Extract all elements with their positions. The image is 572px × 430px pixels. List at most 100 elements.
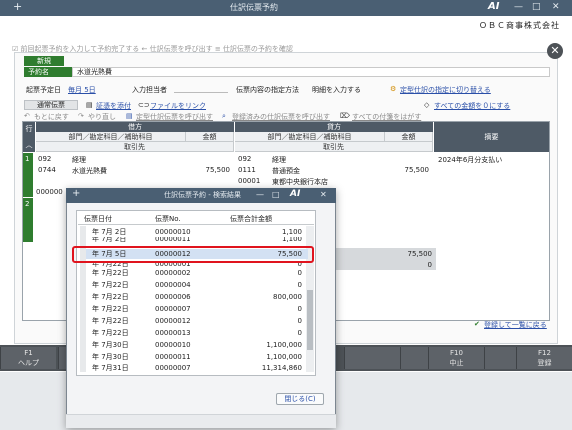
dialog-window-close-button[interactable]: ✕ <box>320 190 327 199</box>
form-close-icon[interactable]: ✕ <box>547 43 563 59</box>
voucher-type[interactable]: 通常伝票 <box>24 100 78 110</box>
table-row[interactable]: 年 7月 2日 00000011 1,100 <box>86 237 308 243</box>
row-no: 00000013 <box>155 329 191 337</box>
col-date-header[interactable]: 伝票日付 <box>84 214 112 224</box>
f12-register-button[interactable]: F12 登録 <box>516 347 572 369</box>
highlight-annotation <box>72 246 314 263</box>
method-value: 明細を入力する <box>312 86 361 94</box>
table-row[interactable]: 年 7月30日 00000011 1,100,000 <box>86 352 308 362</box>
tag-icon: ⌦ <box>340 112 350 120</box>
dialog-footer <box>66 414 336 428</box>
app-titlebar: + 仕訳伝票予約 AI — □ ✕ <box>0 0 572 16</box>
credit-dept-code[interactable]: 092 <box>238 155 251 163</box>
row-amount: 800,000 <box>273 293 302 301</box>
f1-label: ヘルプ <box>18 359 39 367</box>
row-amount: 1,100 <box>281 228 302 236</box>
row-amount: 1,100 <box>281 237 302 243</box>
debit-amount[interactable]: 75,500 <box>186 166 231 174</box>
table-row[interactable]: 年 7月30日 00000010 1,100,000 <box>86 340 308 350</box>
row-date: 年 7月30日 <box>92 341 129 349</box>
row-no: 00000002 <box>155 269 191 277</box>
debit-row2-code[interactable]: 000000 <box>36 188 63 196</box>
tab-new[interactable]: 新規 <box>24 56 64 66</box>
zero-amounts-link[interactable]: すべての金額を０にする <box>434 101 510 111</box>
maximize-button[interactable]: □ <box>532 2 541 12</box>
row-date: 年 7月22日 <box>92 317 129 325</box>
switch-icon: ⚙ <box>390 85 397 93</box>
table-row[interactable]: 年 7月22日 00000006 800,000 <box>86 292 308 302</box>
template-icon: ▤ <box>126 112 133 120</box>
col-amount-header[interactable]: 伝票合計金額 <box>230 214 272 224</box>
debit-subheader: 部門／勘定科目／補助科目 <box>36 132 186 142</box>
row-date: 年 7月22日 <box>92 293 129 301</box>
row-no: 00000012 <box>155 317 191 325</box>
credit-dept-name: 経理 <box>272 156 286 164</box>
debit-account-code[interactable]: 0744 <box>38 166 56 174</box>
f10-key: F10 <box>450 349 463 357</box>
col-no-header[interactable]: 伝票No. <box>155 214 181 224</box>
row-date: 年 7月22日 <box>92 263 129 268</box>
file-link[interactable]: ファイルをリンク <box>150 101 206 111</box>
f10-cancel-button[interactable]: F10 中止 <box>428 347 484 369</box>
debit-amount-header: 金額 <box>186 132 234 142</box>
dialog-close-button[interactable]: 閉じる(C) <box>276 393 324 405</box>
row-amount: 0 <box>297 317 302 325</box>
debit-account-name: 水道光熱費 <box>72 167 107 175</box>
row-no: 00000010 <box>155 228 191 236</box>
row-amount: 11,314,860 <box>261 364 302 372</box>
memo-text[interactable]: 2024年6月分支払い <box>438 155 502 165</box>
switch-template-link[interactable]: 定型仕訳の指定に切り替える <box>400 85 491 95</box>
table-row[interactable]: 年 7月 2日 00000010 1,100 <box>86 227 308 237</box>
row-date: 年 7月30日 <box>92 353 129 361</box>
credit-subheader: 部門／勘定科目／補助科目 <box>235 132 385 142</box>
debit-dept-code[interactable]: 092 <box>38 155 51 163</box>
row-date: 年 7月22日 <box>92 329 129 337</box>
table-row[interactable]: 年 7月22日 00000002 0 <box>86 268 308 278</box>
row-date: 年 7月 2日 <box>92 237 127 243</box>
attach-link[interactable]: 証憑を添付 <box>96 101 131 111</box>
dialog-maximize-button[interactable]: □ <box>272 190 280 199</box>
f1-help-button[interactable]: F1 ヘルプ <box>0 347 56 369</box>
row-2-number: 2 <box>25 200 30 208</box>
ai-logo: AI <box>488 1 500 12</box>
row-amount: 1,100,000 <box>266 353 302 361</box>
header-divider <box>78 224 314 225</box>
row-no: 00000004 <box>155 281 191 289</box>
row-no: 00000007 <box>155 364 191 372</box>
row-date: 年 7月22日 <box>92 269 129 277</box>
plus-icon: + <box>13 0 23 13</box>
reservation-name-input[interactable]: 水道光熱費 <box>72 67 550 77</box>
window-close-button[interactable]: ✕ <box>552 2 560 12</box>
fkey-blank[interactable] <box>344 347 400 369</box>
search-icon: ⌕ <box>222 112 226 120</box>
collapse-icon[interactable]: ︿ <box>23 140 35 150</box>
credit-sub-code[interactable]: 00001 <box>238 177 260 185</box>
table-row[interactable]: 年 7月22日 00000007 0 <box>86 304 308 314</box>
debit-dept-name: 経理 <box>72 156 86 164</box>
table-row[interactable]: 年 7月22日 00000013 0 <box>86 328 308 338</box>
debit-header: 借方 <box>36 122 234 132</box>
table-row[interactable]: 年 7月31日 00000007 11,314,860 <box>86 363 308 373</box>
credit-amount-header: 金額 <box>385 132 433 142</box>
register-return-link[interactable]: 登録して一覧に戻る <box>484 320 547 330</box>
credit-sub-name: 東都中央銀行本店 <box>272 178 328 186</box>
reservation-name-label: 予約名 <box>24 67 72 77</box>
issue-date-link[interactable]: 毎月 5日 <box>68 85 96 95</box>
row-date: 年 7月31日 <box>92 364 129 372</box>
credit-account-code[interactable]: 0111 <box>238 166 256 174</box>
f12-label: 登録 <box>537 359 552 367</box>
minimize-button[interactable]: — <box>514 2 523 12</box>
row-date: 年 7月22日 <box>92 305 129 313</box>
row-no: 00000010 <box>155 341 191 349</box>
person-input[interactable] <box>174 84 228 93</box>
credit-partner-header: 取引先 <box>235 142 433 152</box>
company-name: ＯＢＣ商事株式会社 <box>479 21 560 30</box>
dialog-minimize-button[interactable]: — <box>256 190 264 199</box>
table-row[interactable]: 年 7月22日 00000004 0 <box>86 280 308 290</box>
row-no: 00000001 <box>155 263 191 268</box>
row-amount: 0 <box>297 269 302 277</box>
dialog-title: 仕訳伝票予約 - 検索結果 <box>164 191 241 199</box>
credit-amount[interactable]: 75,500 <box>385 166 430 174</box>
table-row[interactable]: 年 7月22日 00000012 0 <box>86 316 308 326</box>
row-amount: 0 <box>297 305 302 313</box>
